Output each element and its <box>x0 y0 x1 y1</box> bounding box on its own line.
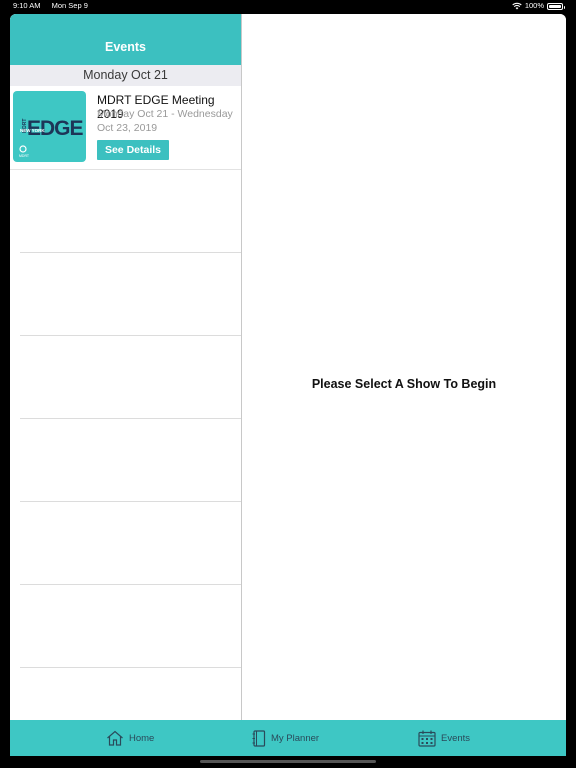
empty-row <box>20 585 241 668</box>
tab-events[interactable]: Events <box>418 720 470 756</box>
tab-home[interactable]: Home <box>106 720 154 756</box>
status-right: 100% <box>512 0 565 12</box>
thumb-city-text: NEW YORK <box>20 128 45 133</box>
tab-bar: Home My Planner Events <box>10 720 566 756</box>
event-cell[interactable]: MDRT EDGE NEW YORK MDRT MDRT EDGE Meetin… <box>10 86 241 170</box>
detail-panel: Please Select A Show To Begin <box>242 14 566 720</box>
app-window: Events Monday Oct 21 MDRT EDGE NEW YORK … <box>10 14 566 756</box>
tab-events-label: Events <box>441 732 471 744</box>
event-dates: Monday Oct 21 - Wednesday Oct 23, 2019 <box>97 108 233 134</box>
thumb-logo-text: MDRT <box>19 154 30 158</box>
events-list-panel: Events Monday Oct 21 MDRT EDGE NEW YORK … <box>10 14 242 720</box>
home-icon <box>107 730 123 746</box>
battery-fill <box>549 4 561 8</box>
status-date: Mon Sep 9 <box>51 1 88 10</box>
home-indicator <box>200 760 376 763</box>
status-time: 9:10 AM <box>13 1 41 10</box>
section-header: Monday Oct 21 <box>10 65 241 86</box>
tab-home-label: Home <box>129 732 155 744</box>
calendar-icon <box>418 730 436 747</box>
select-show-prompt: Please Select A Show To Begin <box>311 377 497 391</box>
empty-row <box>20 253 241 336</box>
panel-title: Events <box>10 14 241 65</box>
tab-my-planner-label: My Planner <box>271 732 320 744</box>
event-thumbnail: MDRT EDGE NEW YORK MDRT <box>13 91 86 162</box>
empty-row <box>20 170 241 253</box>
status-left: 9:10 AM Mon Sep 9 <box>13 0 97 12</box>
empty-row <box>20 502 241 585</box>
planner-icon <box>252 729 266 747</box>
wifi-icon <box>512 2 522 10</box>
battery-percent: 100% <box>524 1 544 10</box>
empty-row <box>20 336 241 419</box>
status-bar: 9:10 AM Mon Sep 9 100% <box>0 0 576 13</box>
edge-logo-image: MDRT EDGE NEW YORK MDRT <box>19 117 85 158</box>
tab-my-planner[interactable]: My Planner <box>252 720 319 756</box>
see-details-button[interactable]: See Details <box>97 140 169 160</box>
empty-row <box>20 419 241 502</box>
thumb-logo-mark <box>19 145 27 153</box>
battery-icon <box>547 2 565 10</box>
